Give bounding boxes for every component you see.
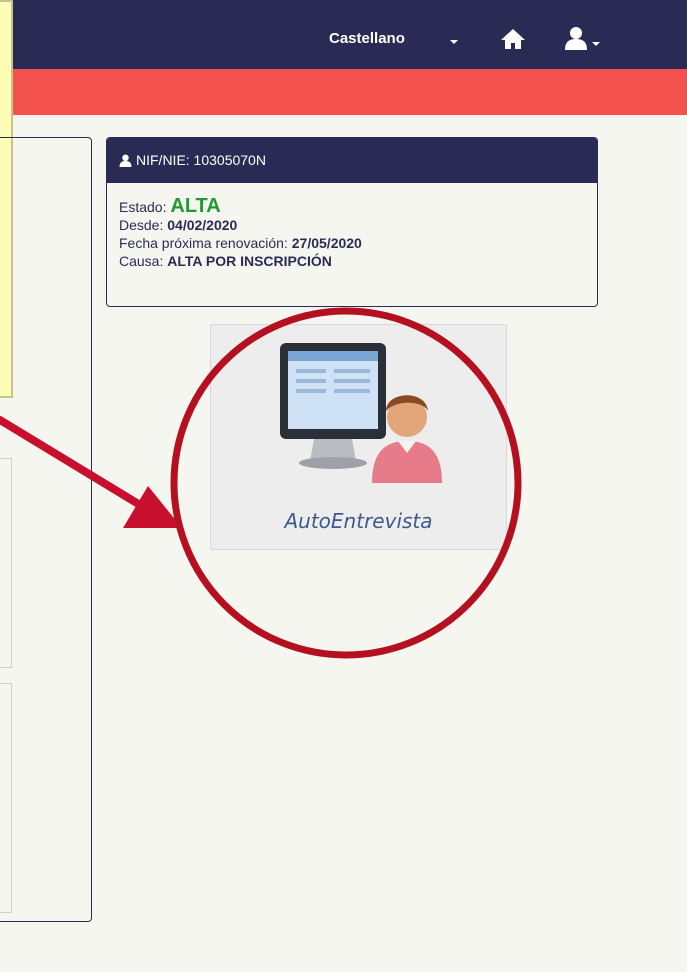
nif-card: NIF/NIE: 10305070N Estado: ALTA Desde: 0…	[106, 137, 598, 307]
autoentrevista-tile[interactable]: AutoEntrevista	[210, 324, 507, 550]
desde-label: Desde:	[119, 217, 164, 233]
left-panel-section	[0, 458, 12, 668]
causa-row: Causa: ALTA POR INSCRIPCIÓN	[119, 252, 597, 270]
language-selector[interactable]: Castellano	[329, 30, 405, 47]
accent-bar	[0, 69, 687, 115]
status-badge: ALTA	[170, 195, 221, 217]
chevron-down-icon[interactable]	[592, 42, 600, 46]
desde-row: Desde: 04/02/2020	[119, 216, 597, 234]
top-navbar: Castellano	[0, 0, 687, 69]
annotation-arrow-head	[123, 486, 182, 528]
desde-value: 04/02/2020	[167, 217, 238, 233]
nif-card-header: NIF/NIE: 10305070N	[107, 138, 597, 183]
estado-row: Estado: ALTA	[119, 195, 597, 217]
left-panel	[0, 137, 92, 922]
causa-value: ALTA POR INSCRIPCIÓN	[167, 253, 332, 269]
renovacion-row: Fecha próxima renovación: 27/05/2020	[119, 234, 597, 252]
left-panel-section	[0, 683, 12, 913]
nif-title: NIF/NIE: 10305070N	[136, 152, 266, 168]
user-icon	[119, 154, 132, 167]
renovacion-label: Fecha próxima renovación:	[119, 235, 288, 251]
user-icon[interactable]	[565, 26, 587, 50]
estado-label: Estado:	[119, 199, 167, 215]
renovacion-value: 27/05/2020	[291, 235, 362, 251]
computer-user-icon	[280, 343, 442, 483]
home-icon[interactable]	[500, 28, 526, 50]
nif-card-body: Estado: ALTA Desde: 04/02/2020 Fecha pró…	[107, 183, 597, 270]
chevron-down-icon[interactable]	[450, 40, 458, 44]
causa-label: Causa:	[119, 253, 164, 269]
tile-label: AutoEntrevista	[284, 509, 433, 533]
